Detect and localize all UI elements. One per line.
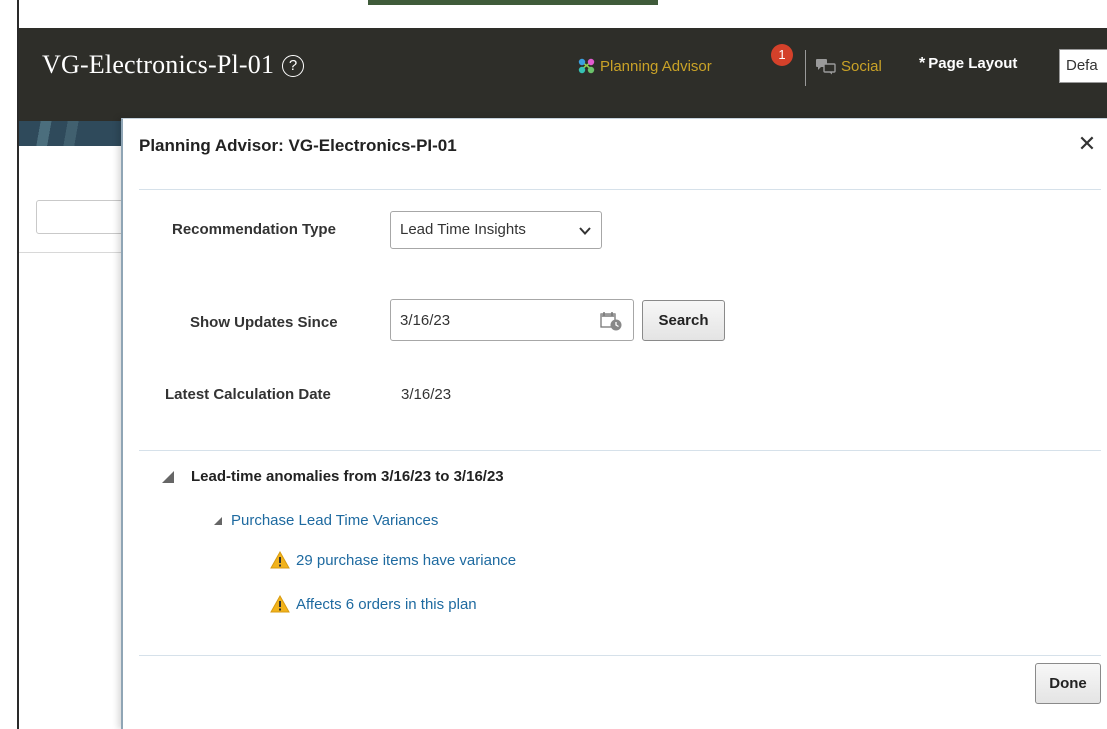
background-input[interactable] [36, 200, 126, 234]
calendar-icon[interactable] [599, 310, 623, 332]
chevron-down-icon [579, 227, 591, 235]
form-divider [139, 450, 1101, 451]
done-button[interactable]: Done [1035, 663, 1101, 704]
close-icon[interactable]: ✕ [1076, 133, 1098, 155]
required-indicator: * [919, 55, 926, 72]
show-updates-since-value: 3/16/23 [400, 312, 451, 329]
tree-item-link[interactable]: Affects 6 orders in this plan [270, 595, 477, 613]
latest-calculation-date-value: 3/16/23 [401, 386, 452, 403]
tree-item-label: 29 purchase items have variance [296, 551, 517, 569]
page-title: VG-Electronics-Pl-01? [42, 50, 305, 80]
page-layout-text: Page Layout [928, 55, 1018, 72]
purchase-lead-time-variances-link[interactable]: Purchase Lead Time Variances [231, 512, 438, 529]
social-label: Social [841, 57, 882, 75]
tree-root-label: Lead-time anomalies from 3/16/23 to 3/16… [191, 468, 504, 485]
search-button[interactable]: Search [642, 300, 725, 341]
notification-badge: 1 [771, 44, 793, 66]
footer-divider [139, 655, 1101, 656]
planning-advisor-link[interactable]: Planning Advisor [577, 57, 712, 75]
recommendation-type-label: Recommendation Type [172, 221, 336, 238]
planning-advisor-label: Planning Advisor [600, 57, 712, 75]
social-link[interactable]: Social [815, 57, 882, 75]
chat-bubbles-icon [816, 59, 836, 75]
page-title-text: VG-Electronics-Pl-01 [42, 50, 275, 79]
page-layout-select[interactable]: Defa [1059, 49, 1107, 83]
warning-icon [270, 595, 290, 613]
banner-image [19, 121, 123, 146]
latest-calculation-date-label: Latest Calculation Date [165, 386, 331, 403]
dialog-title: Planning Advisor: VG-Electronics-PI-01 [139, 136, 457, 155]
help-icon[interactable]: ? [282, 55, 305, 77]
header-divider [805, 50, 806, 86]
tree-item-link[interactable]: 29 purchase items have variance [270, 551, 516, 569]
show-updates-since-input[interactable]: 3/16/23 [390, 299, 634, 341]
warning-icon [270, 551, 290, 569]
planning-advisor-dialog: Planning Advisor: VG-Electronics-PI-01 ✕… [121, 118, 1107, 729]
collapse-triangle-icon-small[interactable] [213, 516, 223, 526]
page-header: VG-Electronics-Pl-01? Planning Advisor 1… [19, 28, 1107, 121]
top-strip [0, 0, 1107, 28]
recommendation-type-value: Lead Time Insights [400, 221, 526, 238]
top-accent-bar [368, 0, 658, 5]
page-layout-label: * Page Layout [919, 55, 1017, 73]
show-updates-since-label: Show Updates Since [190, 314, 338, 331]
recommendation-type-select[interactable]: Lead Time Insights [390, 211, 602, 249]
network-icon [578, 58, 595, 74]
collapse-triangle-icon[interactable] [161, 470, 175, 484]
tree-item-label: Affects 6 orders in this plan [296, 595, 477, 613]
dialog-header-divider [139, 189, 1101, 190]
background-divider [19, 252, 123, 253]
